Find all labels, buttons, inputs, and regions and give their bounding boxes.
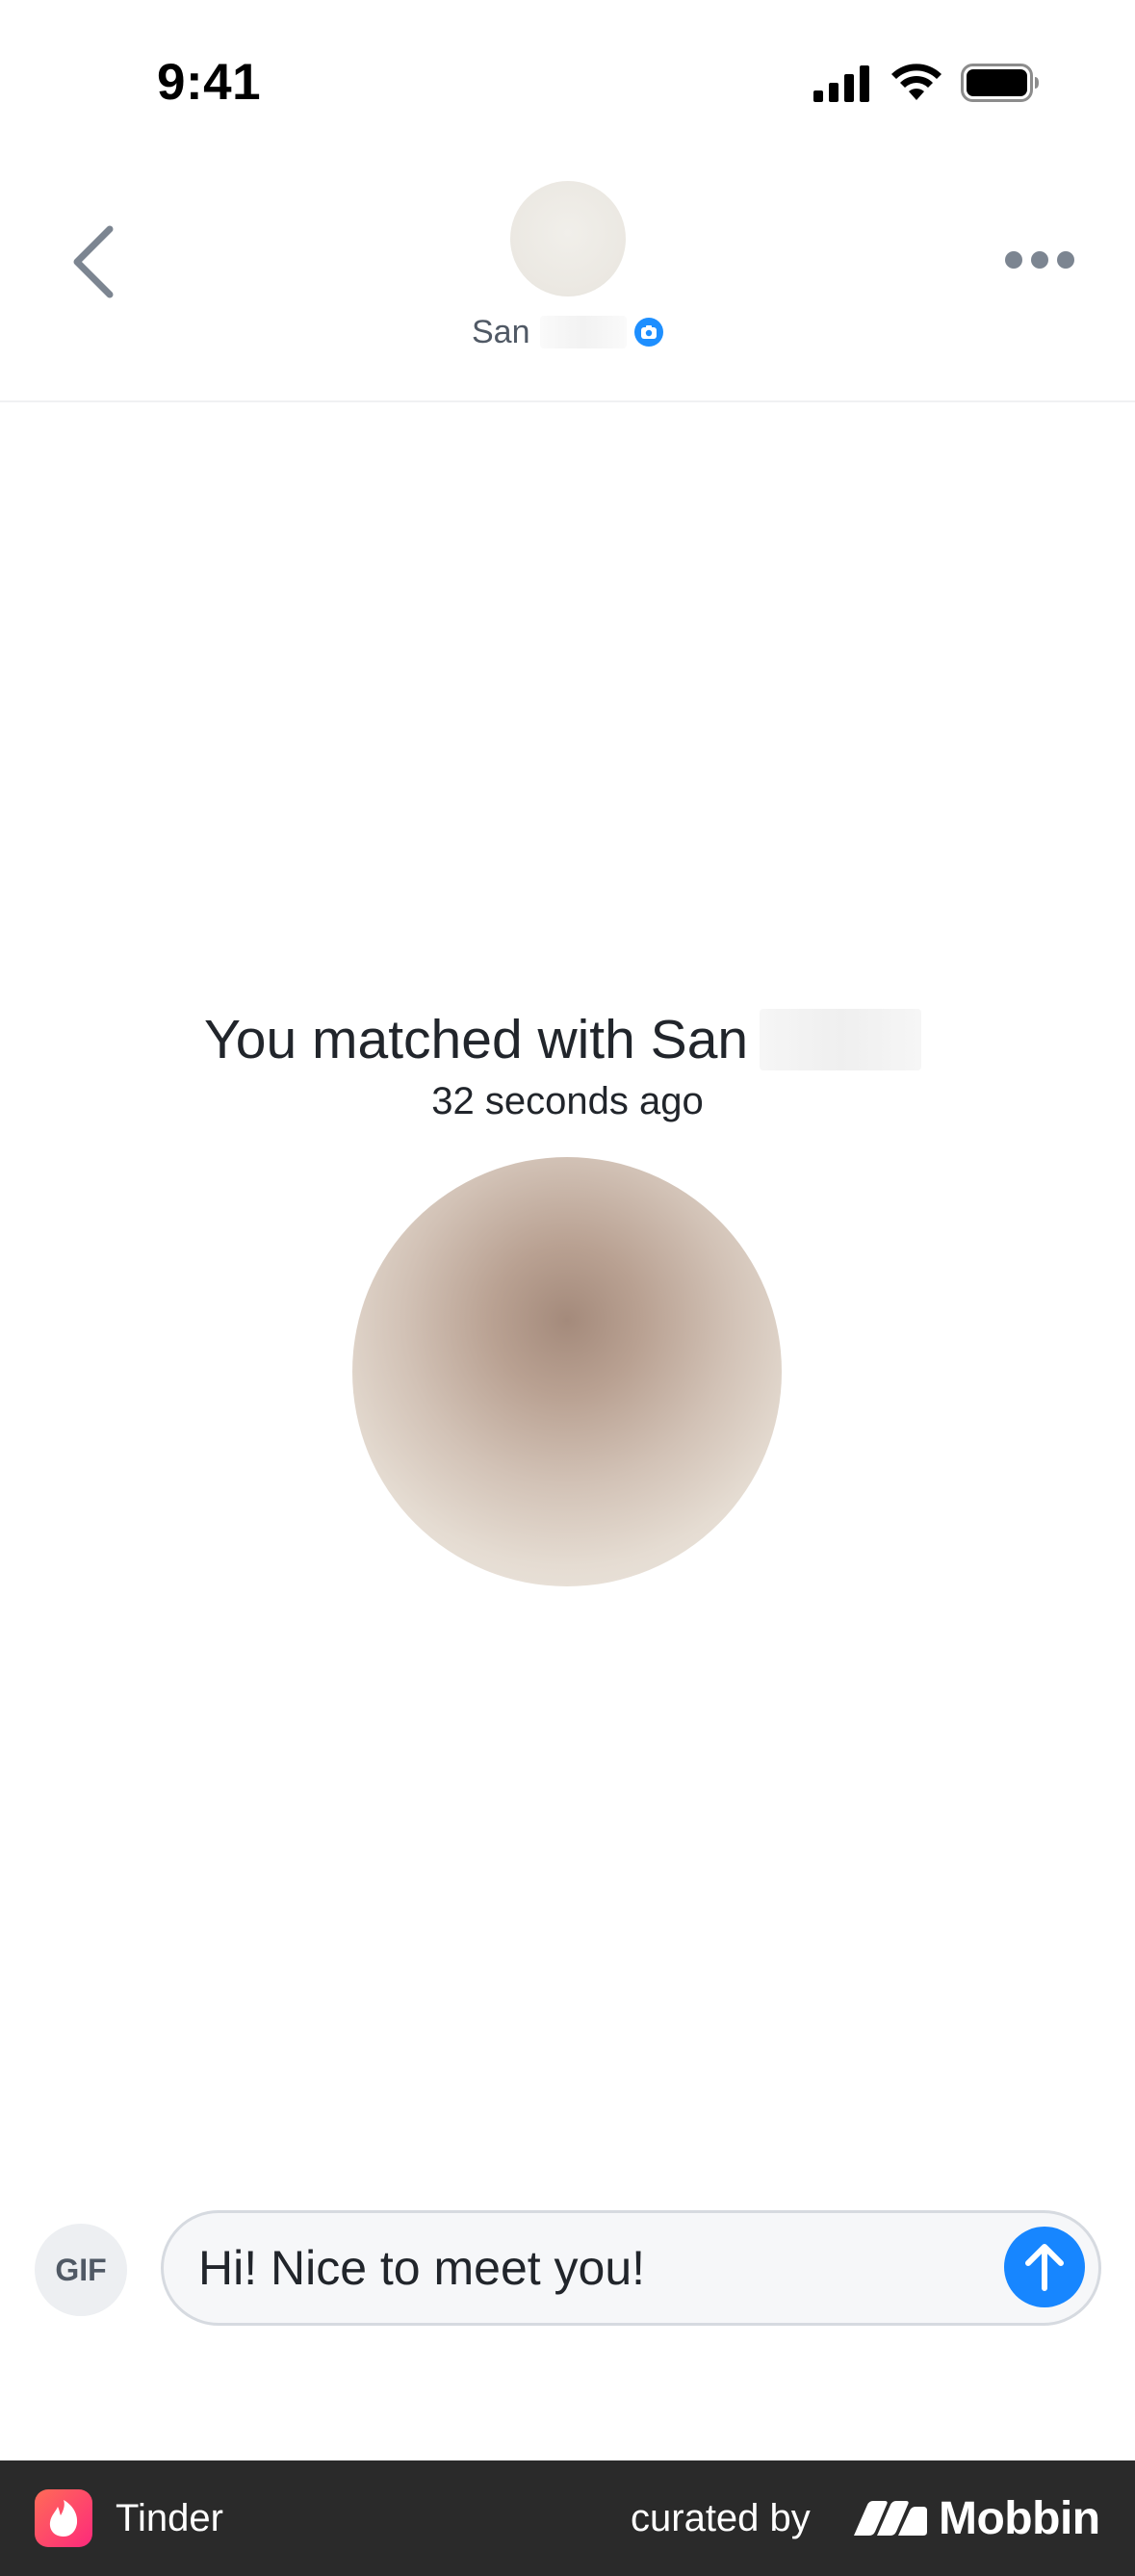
tinder-flame-icon	[35, 2489, 92, 2547]
match-avatar[interactable]	[510, 181, 626, 296]
match-profile-photo[interactable]	[352, 1157, 782, 1586]
status-time: 9:41	[157, 54, 262, 111]
app-name: Tinder	[116, 2496, 223, 2539]
match-title: You matched with San	[204, 1009, 749, 1070]
cellular-signal-icon	[813, 65, 869, 102]
status-bar: 9:41	[0, 0, 1135, 164]
match-timestamp: 32 seconds ago	[431, 1080, 704, 1122]
match-title-row: You matched with San	[204, 1001, 922, 1078]
redacted-name	[760, 1009, 922, 1070]
message-input-text[interactable]: Hi! Nice to meet you!	[198, 2213, 645, 2323]
ellipsis-icon	[1005, 251, 1074, 269]
redacted-name	[539, 316, 627, 348]
footer-bar: Tinder curated by Mobbin	[0, 2460, 1135, 2576]
chat-header: San	[0, 164, 1135, 402]
chevron-left-icon	[73, 225, 114, 298]
match-name: San	[472, 313, 530, 350]
brand-name: Mobbin	[939, 2492, 1100, 2544]
message-input[interactable]: Hi! Nice to meet you!	[161, 2210, 1101, 2326]
mobbin-brand: Mobbin	[852, 2487, 1100, 2549]
curated-by-label: curated by	[631, 2496, 811, 2539]
gif-button[interactable]: GIF	[35, 2224, 127, 2316]
arrow-up-icon	[1025, 2244, 1064, 2291]
wifi-icon	[891, 64, 942, 100]
back-button[interactable]	[60, 214, 127, 310]
message-composer: GIF Hi! Nice to meet you!	[0, 2204, 1135, 2330]
match-name-row[interactable]: San	[472, 313, 663, 351]
battery-icon	[961, 64, 1039, 102]
camera-verified-icon	[633, 318, 663, 347]
more-options-button[interactable]	[992, 231, 1088, 289]
mobbin-logo-icon	[854, 2501, 927, 2536]
send-button[interactable]	[1004, 2227, 1085, 2307]
